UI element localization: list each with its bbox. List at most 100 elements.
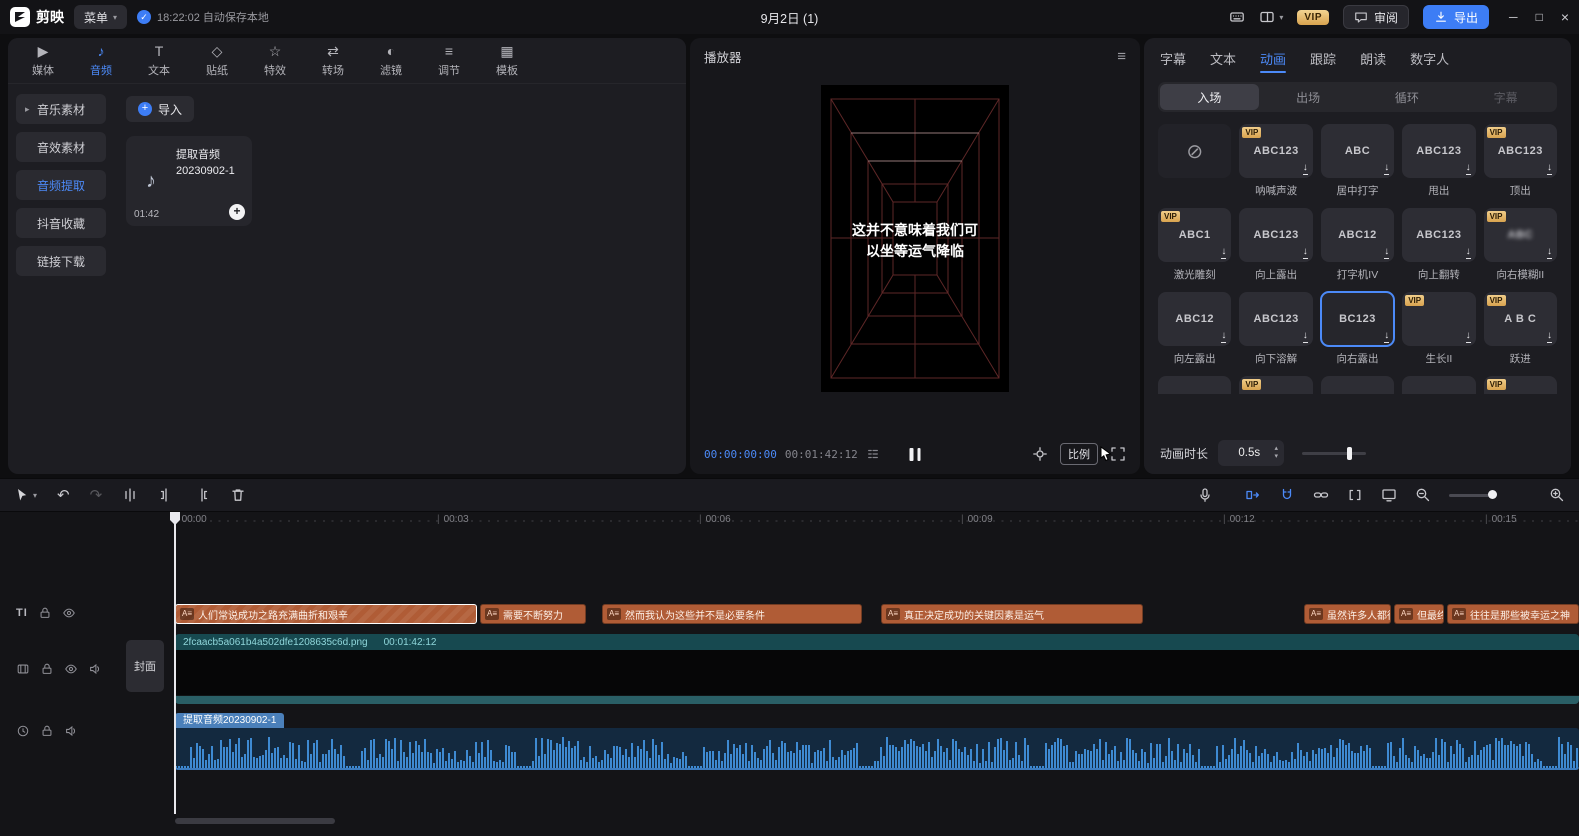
zoom-out-icon[interactable] [1415,487,1431,503]
undo-button[interactable]: ↶ [57,486,70,504]
mute-icon[interactable] [64,724,78,738]
minimize-button[interactable]: ─ [1509,10,1518,24]
timeline-zoom-slider[interactable] [1449,494,1497,497]
link-preview-icon[interactable] [1313,487,1329,503]
text-clip[interactable]: A≡ 然而我认为这些并不是必要条件 [602,604,862,624]
trim-right-icon[interactable] [194,487,210,503]
horizontal-scrollbar[interactable] [175,818,1569,824]
media-tab[interactable]: ◐ 滤镜 [362,38,420,83]
animation-preset[interactable]: VIP ABC123 ⊘ ↓ 向上露出 [1239,208,1312,282]
animation-preset[interactable]: VIP [1158,376,1231,394]
animation-preset[interactable]: VIP [1484,376,1557,394]
timeline[interactable]: |00:00|00:03|00:06|00:09|00:12|00:15 TI … [0,512,1579,836]
video-clip[interactable]: 2fcaacb5a061b4a502dfe1208635c6d.png 00:0… [175,634,1579,704]
audio-source-item[interactable]: ▸ 音乐素材 [16,94,106,124]
panel-tab[interactable]: 动画 [1260,38,1286,78]
text-clip[interactable]: A≡ 虽然许多人都很努力 [1304,604,1391,624]
animation-preset[interactable]: VIP ABC123 ⊘ ↓ 向下溶解 [1239,292,1312,366]
animation-subtab[interactable]: 出场 [1259,84,1358,110]
add-to-timeline-button[interactable]: + [229,204,245,220]
text-clip[interactable]: A≡ 往往是那些被幸运之神 [1447,604,1579,624]
chevron-up-icon[interactable]: ▴ [1275,445,1279,453]
text-clip[interactable]: A≡ 人们常说成功之路充满曲折和艰辛 [175,604,477,624]
player-menu-icon[interactable]: ≡ [1117,48,1126,65]
track-lane-area[interactable]: A≡ 人们常说成功之路充满曲折和艰辛 A≡ 需要不断努力 A≡ 然而我认为这些并… [175,512,1579,836]
audio-source-item[interactable]: 音频提取 [16,170,106,200]
duration-stepper[interactable]: 0.5s ▴ ▾ [1218,440,1284,466]
stepper-chevrons[interactable]: ▴ ▾ [1275,445,1279,460]
media-tab[interactable]: ⇄ 转场 [304,38,362,83]
animation-subtab[interactable]: 入场 [1160,84,1259,110]
animation-preset[interactable]: VIP ABC123 ⊘ ↓ 呐喊声波 [1239,124,1312,198]
import-button[interactable]: + 导入 [126,96,194,122]
menu-button[interactable]: 菜单 ▾ [74,5,127,29]
panel-tab[interactable]: 数字人 [1410,38,1449,78]
split-clip-icon[interactable] [122,487,138,503]
record-voiceover-icon[interactable] [1197,487,1213,503]
ratio-button[interactable]: 比例 [1060,443,1098,465]
focus-icon[interactable] [1032,446,1048,462]
animation-preset[interactable]: VIP ABC1 ⊘ ↓ 激光雕刻 [1158,208,1231,282]
chevron-down-icon[interactable]: ▾ [1275,453,1279,461]
snap-magnet-icon[interactable] [1279,487,1295,503]
duration-slider[interactable] [1302,452,1366,455]
unlink-icon[interactable] [1347,487,1363,503]
panel-tab[interactable]: 字幕 [1160,38,1186,78]
duration-slider-handle[interactable] [1347,447,1352,460]
media-tab[interactable]: ◇ 贴纸 [188,38,246,83]
animation-preset[interactable]: VIP ABC12 ⊘ ↓ 向左露出 [1158,292,1231,366]
animation-preset[interactable]: VIP ABC123 ⊘ ↓ 甩出 [1402,124,1475,198]
zoom-in-icon[interactable] [1549,487,1565,503]
animation-subtab[interactable]: 字幕 [1456,84,1555,110]
text-clip[interactable]: A≡ 需要不断努力 [480,604,586,624]
animation-preset[interactable]: VIP ABC ⊘ ↓ 向右模糊II [1484,208,1557,282]
animation-preset[interactable]: VIP A B C ⊘ ↓ 跃进 [1484,292,1557,366]
extracted-audio-card[interactable]: ♪ 提取音频 20230902-1 01:42 + [126,136,252,226]
scrollbar-thumb[interactable] [175,818,335,824]
review-button[interactable]: 审阅 [1343,5,1409,29]
audio-source-item[interactable]: 链接下载 [16,246,106,276]
eye-icon[interactable] [64,662,78,676]
animation-preset[interactable]: VIP ABC ⊘ ↓ 居中打字 [1321,124,1394,198]
layout-switch-button[interactable]: ▾ [1259,9,1283,25]
playhead[interactable] [174,512,176,814]
panel-tab[interactable]: 朗读 [1360,38,1386,78]
select-tool-button[interactable]: ▾ [14,487,37,503]
media-tab[interactable]: ▶ 媒体 [14,38,72,83]
animation-preset[interactable]: VIP ABC12 ⊘ ↓ 打字机IV [1321,208,1394,282]
animation-preset[interactable]: VIP BC123 ⊘ ↓ 向右露出 [1321,292,1394,366]
lock-icon[interactable] [40,662,54,676]
zoom-slider-handle[interactable] [1488,490,1497,499]
audio-source-item[interactable]: 抖音收藏 [16,208,106,238]
eye-icon[interactable] [62,606,76,620]
text-clip[interactable]: A≡ 真正决定成功的关键因素是运气 [881,604,1143,624]
animation-preset[interactable]: VIP ABC123 ⊘ ↓ 向上翻转 [1402,208,1475,282]
animation-preset[interactable]: VIP ABC123 ⊘ ↓ 顶出 [1484,124,1557,198]
export-button[interactable]: 导出 [1423,5,1489,29]
maximize-button[interactable]: □ [1536,10,1543,24]
trim-left-icon[interactable] [158,487,174,503]
lock-icon[interactable] [38,606,52,620]
vip-badge[interactable]: VIP [1297,10,1329,25]
cover-button[interactable]: 封面 [126,640,164,692]
media-tab[interactable]: ≡ 调节 [420,38,478,83]
animation-preset[interactable]: VIP ⊘ ↓ 生长II [1402,292,1475,366]
pause-button[interactable] [910,448,921,461]
media-tab[interactable]: ▦ 模板 [478,38,536,83]
animation-preset[interactable]: VIP [1239,376,1312,394]
lock-icon[interactable] [40,724,54,738]
audio-source-item[interactable]: 音效素材 [16,132,106,162]
animation-preset[interactable]: VIP ⊘ ↓ [1158,124,1231,198]
animation-preset[interactable]: VIP [1402,376,1475,394]
media-tab[interactable]: ☆ 特效 [246,38,304,83]
video-preview[interactable]: 这并不意味着我们可 以坐等运气降临 [821,85,1009,392]
media-tab[interactable]: T 文本 [130,38,188,83]
redo-button[interactable]: ↷ [90,486,103,504]
mute-icon[interactable] [88,662,102,676]
animation-subtab[interactable]: 循环 [1358,84,1457,110]
panel-tab[interactable]: 文本 [1210,38,1236,78]
timecode-grid-icon[interactable] [866,447,880,461]
preview-axis-icon[interactable] [1381,487,1397,503]
media-tab[interactable]: ♪ 音频 [72,38,130,83]
close-button[interactable]: × [1561,9,1569,25]
